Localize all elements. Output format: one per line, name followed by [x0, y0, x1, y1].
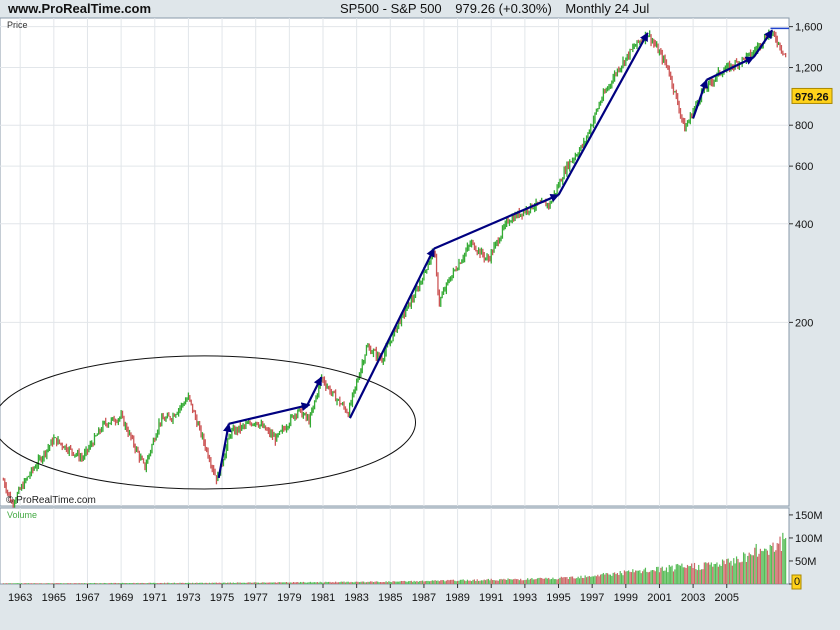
x-tick-label: 1993 — [513, 592, 537, 604]
volume-tick-label: 0 — [794, 576, 800, 588]
price-panel — [0, 17, 790, 507]
y-tick-label: 600 — [795, 161, 813, 173]
volume-panel-title: Volume — [7, 510, 37, 520]
x-tick-label: 1969 — [109, 592, 133, 604]
volume-tick-label: 100M — [795, 533, 823, 545]
y-tick-label: 400 — [795, 219, 813, 231]
x-tick-label: 1981 — [311, 592, 335, 604]
x-tick-label: 1983 — [344, 592, 368, 604]
x-tick-label: 2001 — [647, 592, 671, 604]
x-tick-label: 1997 — [580, 592, 604, 604]
watermark: © ProRealTime.com — [6, 495, 96, 506]
x-tick-label: 1967 — [75, 592, 99, 604]
x-tick-label: 1977 — [243, 592, 267, 604]
x-tick-label: 1989 — [445, 592, 469, 604]
x-tick-label: 1985 — [378, 592, 402, 604]
volume-axis: 150M 100M 50M 0 — [789, 510, 823, 590]
x-tick-label: 1999 — [614, 592, 638, 604]
y-tick-label: 1,200 — [795, 63, 823, 75]
x-tick-label: 1975 — [210, 592, 234, 604]
price-panel-title: Price — [7, 20, 28, 30]
x-tick-label: 1971 — [143, 592, 167, 604]
volume-tick-label: 50M — [795, 556, 816, 568]
volume-tick-label: 150M — [795, 510, 823, 522]
last-price-label: 979.26 — [795, 91, 829, 103]
x-tick-label: 1987 — [412, 592, 436, 604]
x-tick-label: 2003 — [681, 592, 705, 604]
x-tick-label: 1965 — [42, 592, 66, 604]
price-axis: 200 400 600 800 1,200 1,600 979.26 — [789, 22, 833, 329]
x-tick-label: 1973 — [176, 592, 200, 604]
x-tick-label: 1991 — [479, 592, 503, 604]
stock-chart: Price © ProRealTime.com 200 400 600 800 1,20… — [0, 17, 833, 604]
y-tick-label: 1,600 — [795, 22, 823, 34]
x-tick-label: 1995 — [546, 592, 570, 604]
y-tick-label: 800 — [795, 120, 813, 132]
time-axis: 1963 1965 1967 1969 1971 1973 1975 1977 1979 1981… — [8, 584, 739, 604]
y-tick-label: 200 — [795, 317, 813, 329]
x-tick-label: 2005 — [715, 592, 739, 604]
x-tick-label: 1963 — [8, 592, 32, 604]
x-tick-label: 1979 — [277, 592, 301, 604]
